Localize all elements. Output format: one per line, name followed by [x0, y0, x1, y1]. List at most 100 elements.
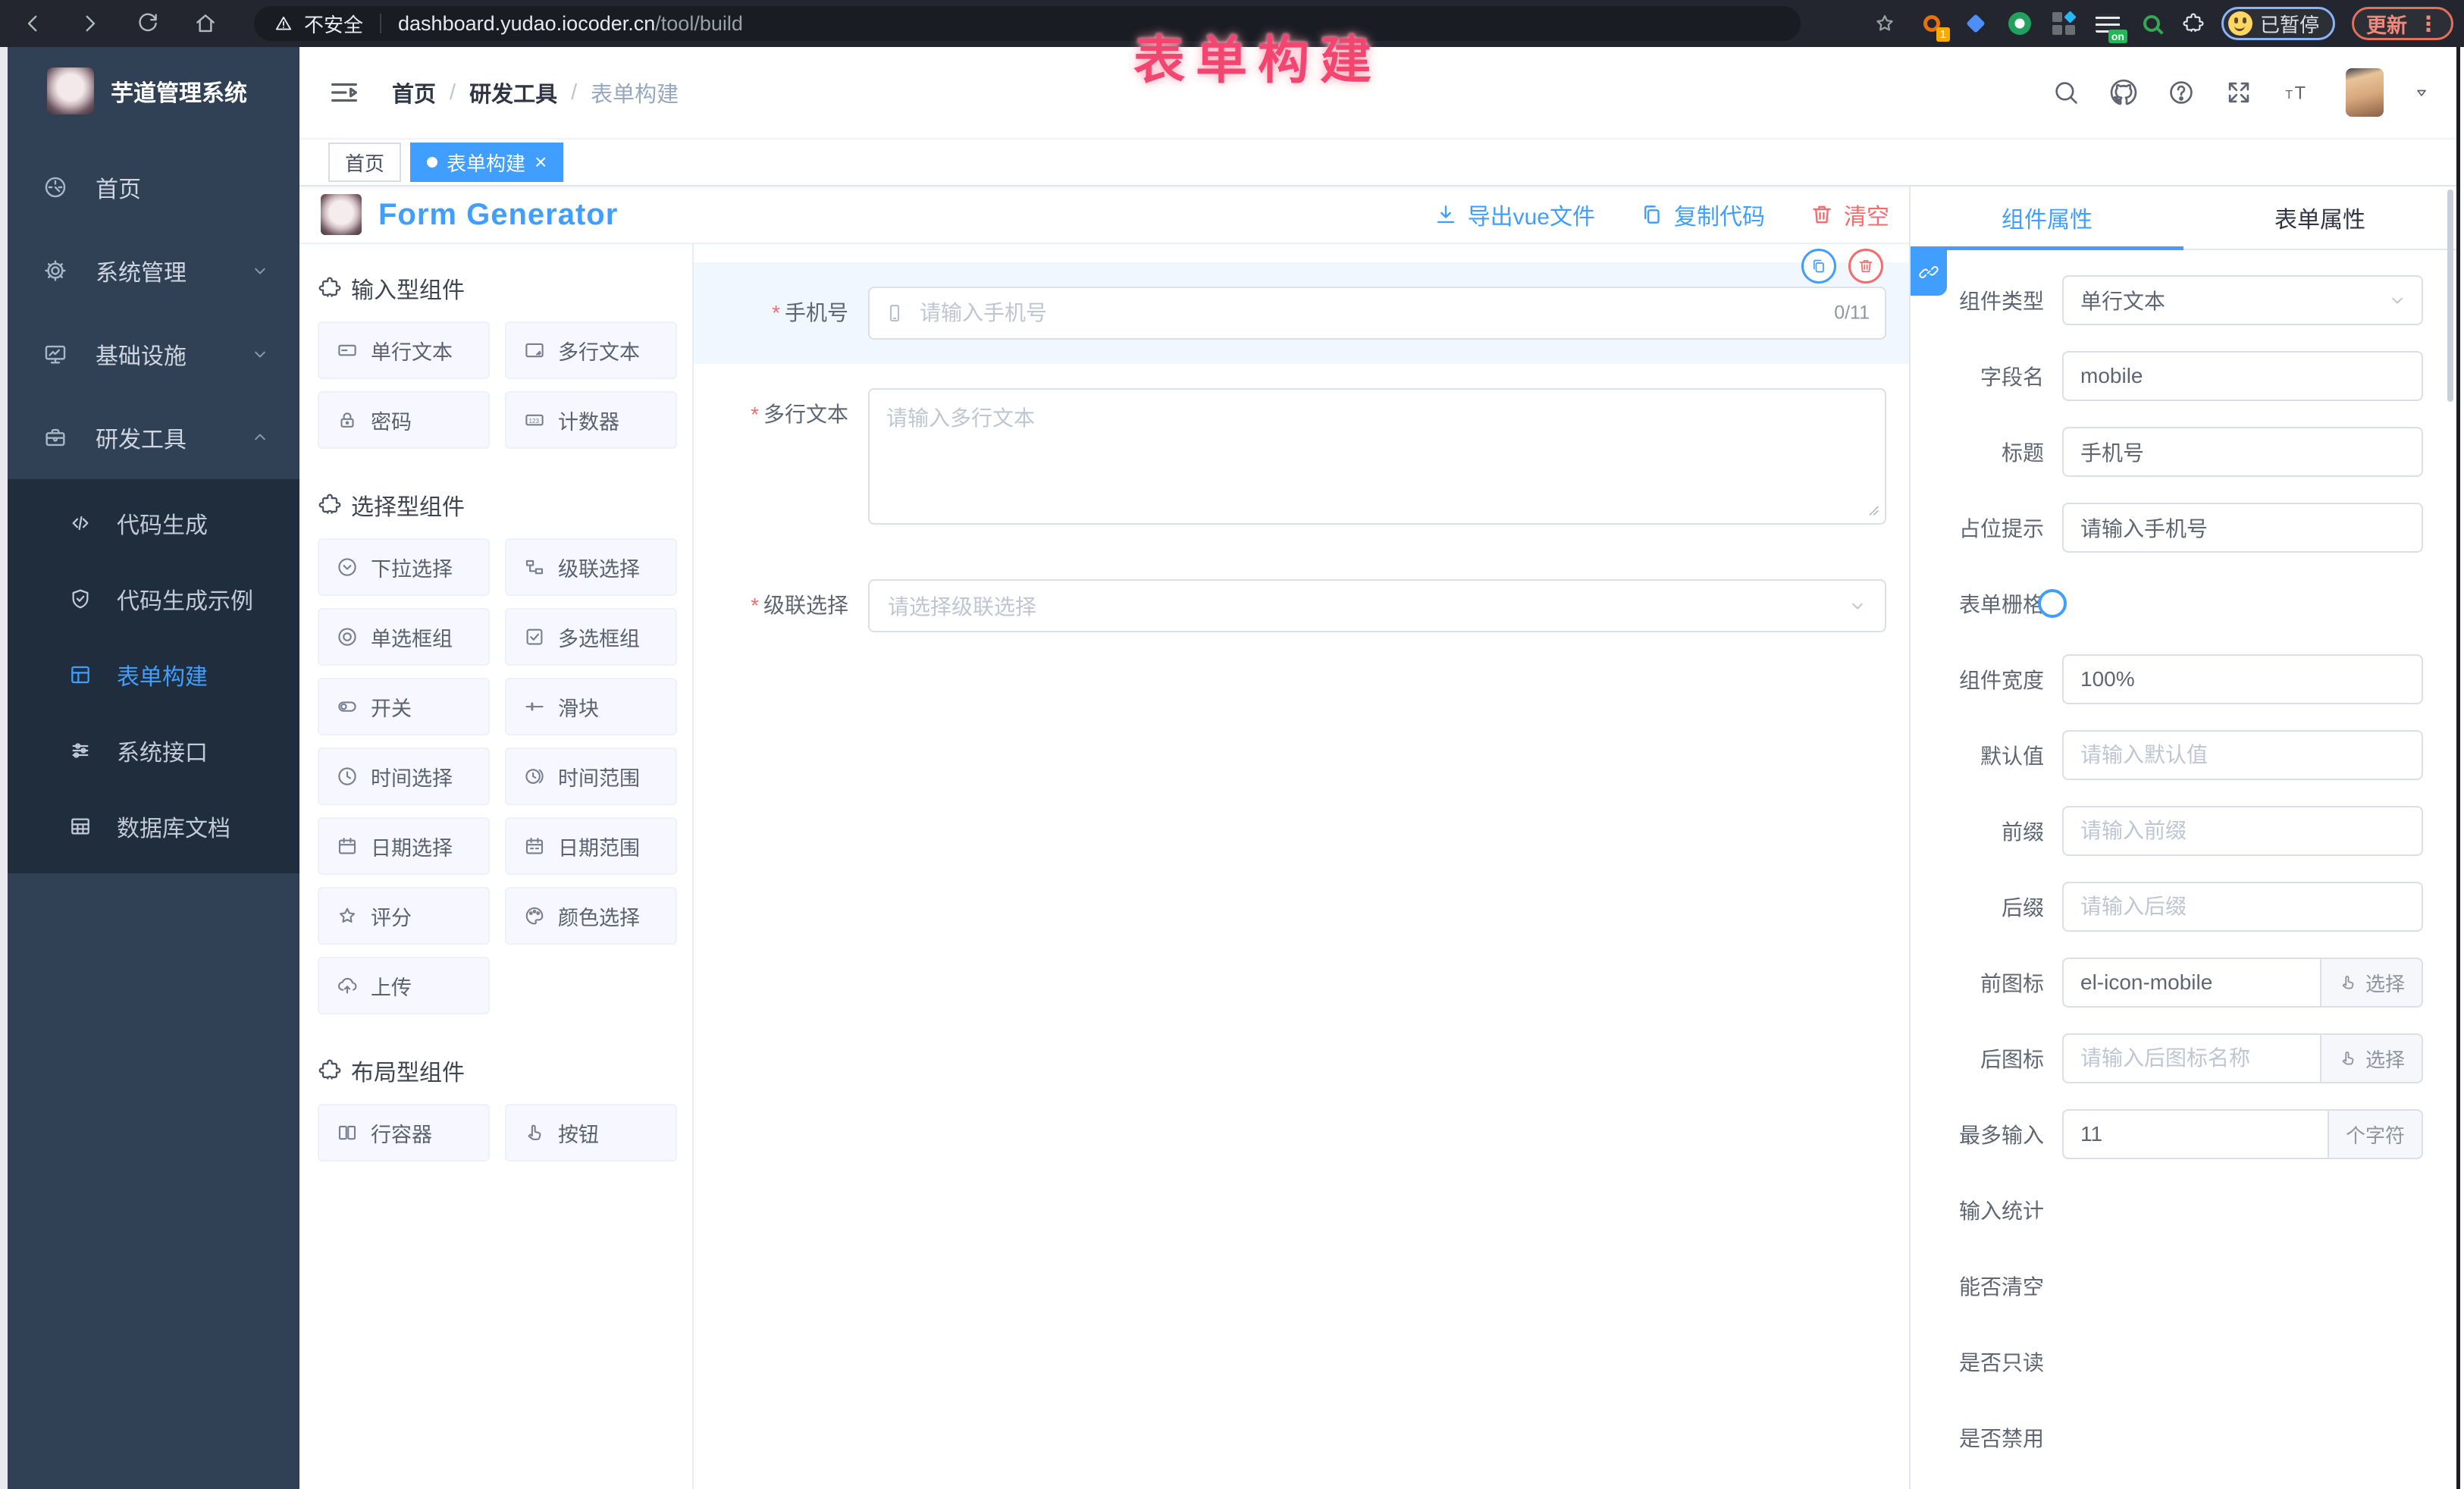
chip-counter[interactable]: 计数器	[505, 391, 677, 449]
default-value-input[interactable]	[2062, 730, 2423, 780]
sidebar-item-db-doc[interactable]: 数据库文档	[8, 788, 299, 864]
chip-select[interactable]: 下拉选择	[318, 538, 490, 596]
clear-button[interactable]: 清空	[1809, 198, 1889, 231]
chip-rate[interactable]: 评分	[318, 887, 490, 945]
chip-time-range[interactable]: 时间范围	[505, 748, 677, 805]
caret-down-icon[interactable]	[2412, 83, 2431, 102]
update-label: 更新	[2366, 9, 2407, 39]
bookmark-star-icon[interactable]	[1873, 11, 1897, 36]
mobile-input[interactable]	[868, 287, 1886, 340]
copy-code-button[interactable]: 复制代码	[1639, 198, 1765, 231]
extension-gem[interactable]	[1962, 10, 1989, 37]
app-logo-row[interactable]: 芋道管理系统	[8, 47, 299, 135]
suffix-icon-pick-button[interactable]: 选择	[2321, 1033, 2423, 1083]
fullscreen-icon[interactable]	[2224, 78, 2253, 107]
properties-panel: 组件属性 表单属性 组件类型 单行文本 字段名	[1911, 187, 2456, 1489]
extension-green-circle[interactable]	[2006, 10, 2033, 37]
code-icon	[68, 511, 92, 535]
canvas-field-cascader[interactable]: *级联选择 请选择级联选择	[694, 555, 1909, 657]
pick-label: 选择	[2365, 969, 2405, 997]
slider-handle[interactable]	[2038, 589, 2067, 618]
copy-icon	[1639, 202, 1665, 227]
extension-grid[interactable]	[2050, 10, 2077, 37]
chip-upload[interactable]: 上传	[318, 957, 490, 1014]
home-icon[interactable]	[193, 11, 218, 36]
sidebar-item-form-builder[interactable]: 表单构建	[8, 637, 299, 713]
prefix-icon-pick-button[interactable]: 选择	[2321, 958, 2423, 1008]
chip-checkbox-group[interactable]: 多选框组	[505, 608, 677, 666]
field-name-input[interactable]	[2062, 351, 2423, 401]
avatar[interactable]	[2346, 68, 2384, 117]
prefix-input[interactable]	[2062, 806, 2423, 856]
chip-color-picker[interactable]: 颜色选择	[505, 887, 677, 945]
radio-icon	[336, 625, 359, 648]
title-input[interactable]	[2062, 427, 2423, 477]
tab-form-builder[interactable]: 表单构建 ×	[410, 143, 563, 182]
help-icon[interactable]	[2167, 78, 2196, 107]
canvas-field-mobile[interactable]: *手机号 0/11	[694, 262, 1909, 364]
scrollbar-thumb[interactable]	[2447, 190, 2453, 402]
sidebar-item-label: 系统管理	[96, 254, 187, 287]
chip-row-container[interactable]: 行容器	[318, 1104, 490, 1161]
prop-label: 默认值	[1911, 740, 2062, 770]
sidebar-item-codegen-demo[interactable]: 代码生成示例	[8, 561, 299, 637]
textarea-input[interactable]	[868, 388, 1886, 525]
placeholder-input[interactable]	[2062, 503, 2423, 553]
browser-menu-icon[interactable]: ⋮	[2418, 11, 2439, 36]
chip-single-line-text[interactable]: 单行文本	[318, 321, 490, 379]
font-size-icon[interactable]	[2282, 78, 2311, 107]
component-type-select[interactable]: 单行文本	[2062, 275, 2423, 325]
suffix-icon-input[interactable]	[2062, 1033, 2321, 1083]
duplicate-field-button[interactable]	[1801, 249, 1836, 284]
chip-textarea[interactable]: 多行文本	[505, 321, 677, 379]
extensions-puzzle-icon[interactable]	[2182, 12, 2205, 35]
cascader-select[interactable]: 请选择级联选择	[868, 579, 1886, 632]
suffix-input[interactable]	[2062, 882, 2423, 932]
max-length-input[interactable]	[2062, 1109, 2329, 1159]
sidebar-item-system-api[interactable]: 系统接口	[8, 713, 299, 788]
tab-component-props[interactable]: 组件属性	[1911, 187, 2183, 249]
chip-button[interactable]: 按钮	[505, 1104, 677, 1161]
chip-time-picker[interactable]: 时间选择	[318, 748, 490, 805]
sidebar-item-devtools[interactable]: 研发工具	[8, 396, 299, 479]
trash-icon	[1809, 202, 1835, 227]
tab-form-props[interactable]: 表单属性	[2183, 187, 2456, 249]
extension-key[interactable]	[2138, 10, 2165, 37]
reload-icon[interactable]	[135, 11, 161, 36]
extension-ring[interactable]: 1	[1918, 10, 1945, 37]
field-link-toggle[interactable]	[1911, 249, 1947, 296]
delete-field-button[interactable]	[1848, 249, 1883, 284]
back-icon[interactable]	[20, 11, 45, 36]
profile-paused-pill[interactable]: 已暂停	[2221, 7, 2335, 40]
chip-radio-group[interactable]: 单选框组	[318, 608, 490, 666]
sidebar-item-codegen[interactable]: 代码生成	[8, 485, 299, 561]
hamburger-icon[interactable]	[327, 75, 362, 110]
chip-slider[interactable]: 滑块	[505, 678, 677, 735]
extension-list[interactable]: on	[2094, 10, 2121, 37]
width-input[interactable]	[2062, 654, 2423, 704]
breadcrumb-devtools[interactable]: 研发工具	[469, 77, 557, 108]
url-bar[interactable]: 不安全 dashboard.yudao.iocoder.cn/tool/buil…	[254, 6, 1801, 41]
tab-home[interactable]: 首页	[328, 143, 401, 182]
update-button[interactable]: 更新 ⋮	[2352, 7, 2453, 40]
search-icon[interactable]	[2052, 78, 2080, 107]
forward-icon[interactable]	[77, 11, 103, 36]
canvas-field-textarea[interactable]: *多行文本	[694, 364, 1909, 549]
prop-row-title: 标题	[1911, 414, 2423, 490]
chip-date-range[interactable]: 日期范围	[505, 817, 677, 875]
close-icon[interactable]: ×	[534, 152, 547, 173]
sidebar-item-home[interactable]: 首页	[8, 146, 299, 229]
mobile-input-wrap: 0/11	[868, 287, 1886, 340]
chip-switch[interactable]: 开关	[318, 678, 490, 735]
chip-date-picker[interactable]: 日期选择	[318, 817, 490, 875]
content: Form Generator 导出vue文件 复制代码	[299, 187, 2456, 1489]
export-vue-button[interactable]: 导出vue文件	[1433, 198, 1595, 231]
sidebar-item-infra[interactable]: 基础设施	[8, 312, 299, 396]
prefix-icon-input[interactable]	[2062, 958, 2321, 1008]
chip-cascader[interactable]: 级联选择	[505, 538, 677, 596]
chip-password[interactable]: 密码	[318, 391, 490, 449]
github-icon[interactable]	[2109, 78, 2138, 107]
breadcrumb-home[interactable]: 首页	[392, 77, 436, 108]
sidebar-item-system[interactable]: 系统管理	[8, 229, 299, 312]
resize-handle-icon[interactable]	[1867, 503, 1880, 517]
